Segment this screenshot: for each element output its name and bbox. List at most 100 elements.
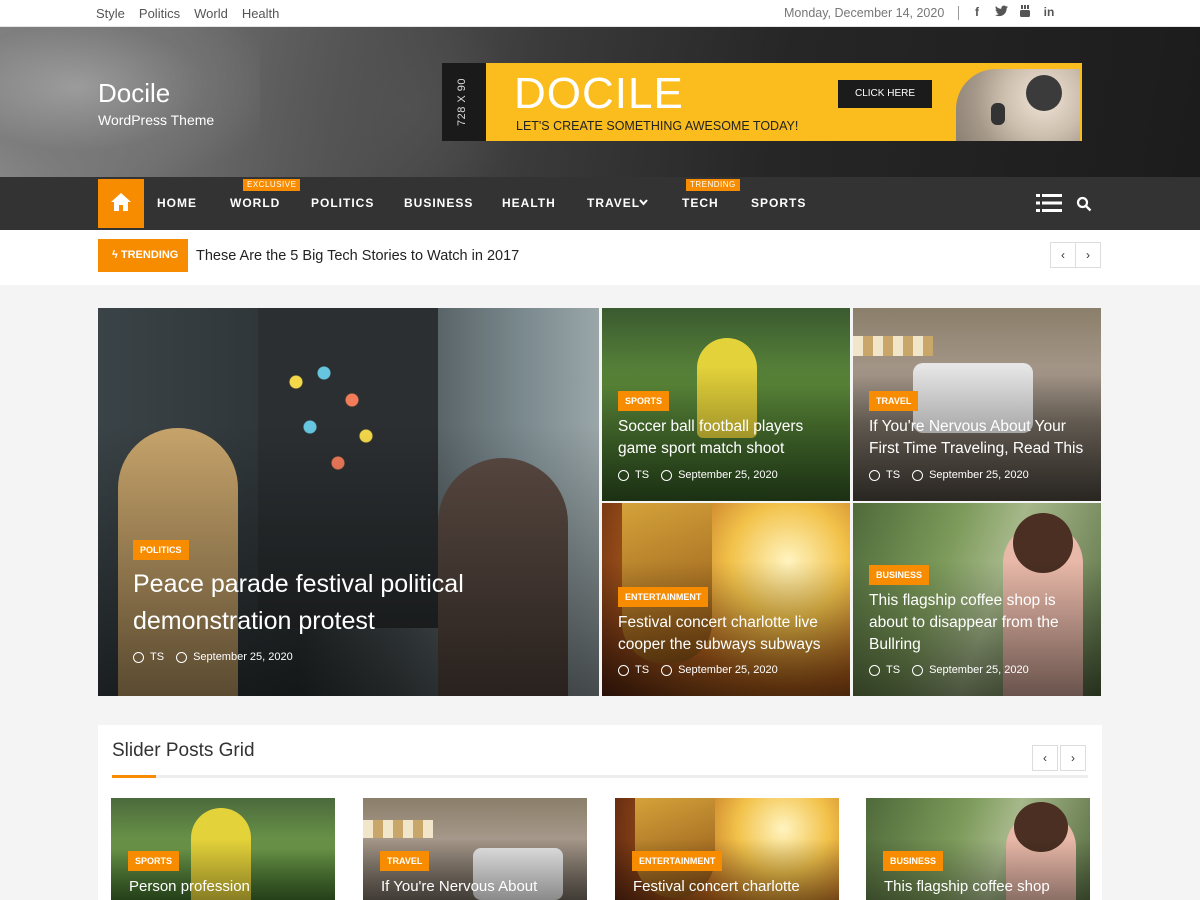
author-name[interactable]: TS [635, 664, 649, 676]
slider-post-card[interactable]: SPORTS Person profession [111, 798, 335, 900]
author-name[interactable]: TS [150, 651, 164, 663]
hamburger-menu-icon[interactable] [1036, 194, 1062, 212]
category-badge[interactable]: TRAVEL [869, 391, 919, 411]
category-badge[interactable]: BUSINESS [869, 565, 930, 585]
badge-exclusive: EXCLUSIVE [243, 179, 301, 191]
category-badge[interactable]: POLITICS [133, 540, 189, 560]
trending-prev-button[interactable]: ‹ [1050, 242, 1076, 268]
card-title-line3: Bullring [869, 636, 921, 653]
category-badge[interactable]: SPORTS [618, 391, 670, 411]
home-icon [111, 193, 131, 211]
featured-card-travel[interactable]: TRAVEL If You're Nervous About Your Firs… [853, 308, 1101, 501]
ad-tagline: LET'S CREATE SOMETHING AWESOME TODAY! [516, 119, 799, 133]
trending-bar: ϟ TRENDING These Are the 5 Big Tech Stor… [0, 230, 1200, 285]
featured-main-title-line1: Peace parade festival political [133, 570, 464, 598]
trending-label: ϟ TRENDING [98, 239, 188, 272]
post-date[interactable]: September 25, 2020 [929, 664, 1029, 676]
nav-item-business[interactable]: BUSINESS [404, 196, 473, 210]
author-icon [618, 469, 629, 481]
clock-icon [176, 651, 188, 663]
top-link-health[interactable]: Health [242, 6, 280, 21]
clock-icon [912, 664, 924, 676]
main-nav: HOME EXCLUSIVE WORLD POLITICS BUSINESS H… [0, 177, 1200, 230]
nav-item-politics[interactable]: POLITICS [311, 196, 374, 210]
author-name[interactable]: TS [886, 469, 900, 481]
social-links: f in [970, 5, 1056, 19]
nav-item-tech[interactable]: TECH [682, 196, 719, 210]
ad-click-button[interactable]: CLICK HERE [838, 80, 932, 108]
ad-photo [956, 69, 1080, 141]
slider-post-title[interactable]: Festival concert charlotte [633, 878, 800, 895]
card-title[interactable]: Soccer ball football players game sport … [618, 416, 803, 460]
lightning-icon: ϟ [112, 249, 118, 261]
slider-posts-section: Slider Posts Grid ‹ › SPORTS Person prof… [98, 725, 1102, 900]
site-title[interactable]: Docile [98, 78, 170, 109]
category-badge[interactable]: ENTERTAINMENT [632, 851, 723, 871]
top-link-world[interactable]: World [194, 6, 228, 21]
post-date[interactable]: September 25, 2020 [929, 469, 1029, 481]
slider-prev-button[interactable]: ‹ [1032, 745, 1058, 771]
chevron-down-icon [639, 199, 648, 206]
card-title[interactable]: If You're Nervous About Your First Time … [869, 416, 1083, 460]
trending-next-button[interactable]: › [1075, 242, 1101, 268]
author-icon [869, 664, 880, 676]
search-icon[interactable] [1076, 196, 1092, 212]
post-date[interactable]: September 25, 2020 [678, 469, 778, 481]
card-title-line2: First Time Traveling, Read This [869, 440, 1084, 457]
divider [958, 6, 959, 20]
author-icon [133, 651, 144, 663]
slider-post-title[interactable]: This flagship coffee shop [884, 878, 1050, 895]
linkedin-icon[interactable]: in [1042, 5, 1056, 19]
clock-icon [661, 469, 673, 481]
twitter-icon[interactable] [994, 5, 1008, 19]
category-badge[interactable]: SPORTS [128, 851, 180, 871]
slider-next-button[interactable]: › [1060, 745, 1086, 771]
card-title-line1: Festival concert charlotte live [618, 614, 818, 631]
card-title[interactable]: This flagship coffee shop is about to di… [869, 590, 1059, 656]
clock-icon [661, 664, 673, 676]
author-icon [869, 469, 880, 481]
top-bar: Style Politics World Health Monday, Dece… [0, 0, 1200, 27]
slider-post-card[interactable]: ENTERTAINMENT Festival concert charlotte [615, 798, 839, 900]
trending-headline[interactable]: These Are the 5 Big Tech Stories to Watc… [196, 248, 519, 264]
nav-item-health[interactable]: HEALTH [502, 196, 556, 210]
featured-main-title[interactable]: Peace parade festival political demonstr… [133, 566, 464, 640]
slider-post-card[interactable]: TRAVEL If You're Nervous About [363, 798, 587, 900]
nav-item-home[interactable]: HOME [157, 196, 197, 210]
top-link-politics[interactable]: Politics [139, 6, 180, 21]
youtube-icon[interactable] [1018, 5, 1032, 19]
nav-item-world[interactable]: WORLD [230, 196, 280, 210]
featured-card-sports[interactable]: SPORTS Soccer ball football players game… [602, 308, 850, 501]
featured-main-card[interactable]: POLITICS Peace parade festival political… [98, 308, 599, 696]
post-date[interactable]: September 25, 2020 [678, 664, 778, 676]
slider-post-card[interactable]: BUSINESS This flagship coffee shop [866, 798, 1090, 900]
clock-icon [912, 469, 924, 481]
ad-size-strip: 728 X 90 [442, 63, 486, 141]
featured-card-entertainment[interactable]: ENTERTAINMENT Festival concert charlotte… [602, 503, 850, 696]
category-badge[interactable]: ENTERTAINMENT [618, 587, 709, 607]
author-name[interactable]: TS [635, 469, 649, 481]
post-meta: TS September 25, 2020 [618, 469, 778, 481]
category-badge[interactable]: BUSINESS [883, 851, 944, 871]
facebook-icon[interactable]: f [970, 5, 984, 19]
post-meta: TS September 25, 2020 [869, 469, 1029, 481]
ad-banner[interactable]: 728 X 90 DOCILE LET'S CREATE SOMETHING A… [442, 63, 1082, 141]
nav-item-sports[interactable]: SPORTS [751, 196, 806, 210]
top-link-style[interactable]: Style [96, 6, 125, 21]
post-meta: TS September 25, 2020 [618, 664, 778, 676]
top-links: Style Politics World Health [96, 6, 279, 21]
card-title-line1: Soccer ball football players [618, 418, 804, 435]
home-icon-button[interactable] [98, 179, 144, 228]
card-title-line2: about to disappear from the [869, 614, 1059, 631]
category-badge[interactable]: TRAVEL [380, 851, 430, 871]
section-underline [112, 775, 1088, 778]
slider-post-title[interactable]: If You're Nervous About [381, 878, 537, 895]
featured-card-business[interactable]: BUSINESS This flagship coffee shop is ab… [853, 503, 1101, 696]
nav-item-travel[interactable]: TRAVEL [587, 196, 640, 210]
author-name[interactable]: TS [886, 664, 900, 676]
post-date[interactable]: September 25, 2020 [193, 651, 293, 663]
featured-main-title-line2: demonstration protest [133, 607, 375, 635]
card-title[interactable]: Festival concert charlotte live cooper t… [618, 612, 820, 656]
slider-post-title[interactable]: Person profession [129, 878, 250, 895]
post-meta: TS September 25, 2020 [133, 651, 293, 663]
